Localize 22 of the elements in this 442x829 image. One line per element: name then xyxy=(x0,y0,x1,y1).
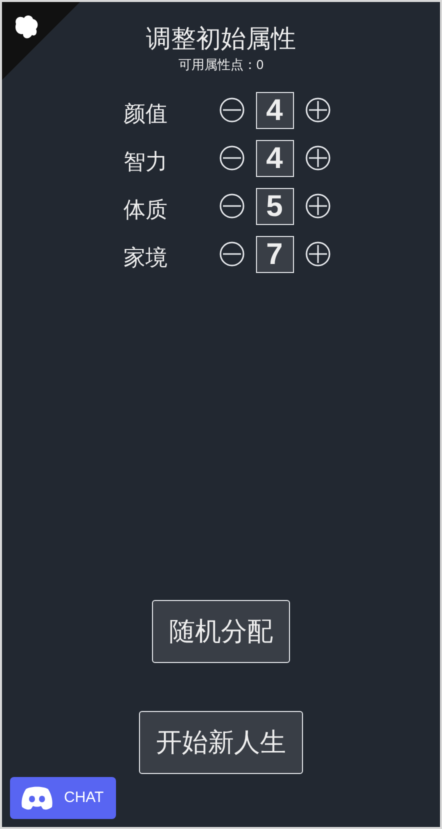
page-title: 调整初始属性 xyxy=(146,24,296,55)
plus-icon[interactable] xyxy=(304,193,330,219)
attribute-label: 家境 xyxy=(124,244,168,272)
attribute-value: 4 xyxy=(256,92,294,128)
attribute-value: 5 xyxy=(256,188,294,224)
minus-icon[interactable] xyxy=(218,193,244,219)
plus-icon[interactable] xyxy=(304,97,330,123)
plus-icon[interactable] xyxy=(304,241,330,267)
attribute-label: 体质 xyxy=(124,196,168,224)
minus-icon[interactable] xyxy=(218,97,244,123)
minus-icon[interactable] xyxy=(218,241,244,267)
corner-logo-icon[interactable] xyxy=(2,2,80,80)
attribute-value: 4 xyxy=(256,140,294,176)
minus-icon[interactable] xyxy=(218,145,244,171)
chat-button[interactable]: CHAT xyxy=(10,777,116,819)
available-points: 可用属性点：0 xyxy=(178,56,264,74)
attribute-label: 智力 xyxy=(124,148,168,176)
start-button[interactable]: 开始新人生 xyxy=(139,711,303,774)
attribute-label: 颜值 xyxy=(124,100,168,128)
random-assign-button[interactable]: 随机分配 xyxy=(152,600,290,663)
plus-icon[interactable] xyxy=(304,145,330,171)
attribute-value: 7 xyxy=(256,236,294,272)
